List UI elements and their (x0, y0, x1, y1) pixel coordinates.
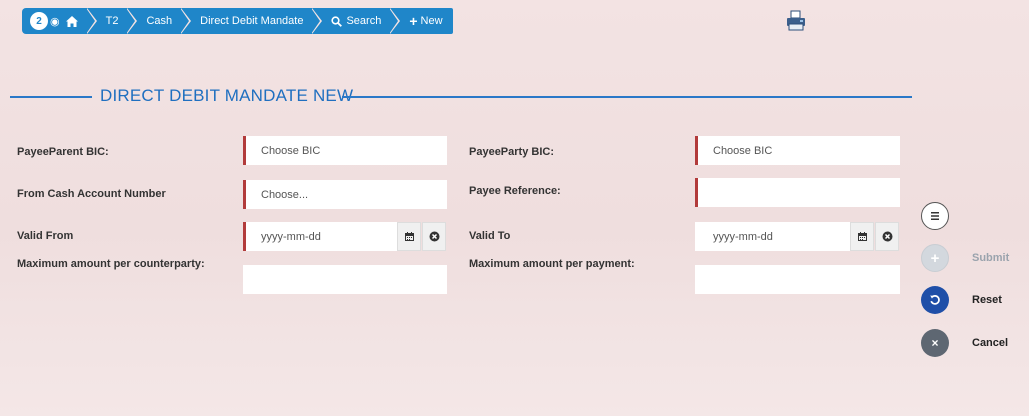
valid-to-label: Valid To (469, 230, 511, 242)
cancel-button[interactable]: × (921, 329, 949, 357)
max-per-payment-field[interactable] (695, 265, 900, 294)
valid-to-calendar-button[interactable] (850, 222, 874, 251)
payee-reference-field[interactable] (695, 178, 900, 207)
calendar-icon (857, 232, 867, 241)
breadcrumb-label: Direct Debit Mandate (200, 15, 304, 27)
title-rule-right (342, 96, 912, 98)
home-icon (65, 15, 78, 27)
submit-plus-icon: + (930, 249, 940, 267)
payee-parent-bic-placeholder: Choose BIC (261, 144, 321, 157)
breadcrumb-label: Search (346, 15, 382, 27)
cancel-x-icon: × (931, 336, 939, 350)
section-header: DIRECT DEBIT MANDATE NEW (10, 86, 912, 106)
valid-from-label: Valid From (17, 230, 74, 242)
from-cash-account-field[interactable]: Choose... (243, 180, 447, 209)
payee-parent-bic-field[interactable]: Choose BIC (243, 136, 447, 165)
reset-button[interactable] (921, 286, 949, 314)
submit-label[interactable]: Submit (972, 252, 1009, 264)
calendar-icon (404, 232, 414, 241)
payee-parent-bic-label: PayeeParent BIC: (17, 146, 109, 158)
max-per-counterparty-field[interactable] (243, 265, 447, 294)
payee-party-bic-field[interactable]: Choose BIC (695, 136, 900, 165)
valid-from-placeholder: yyyy-mm-dd (261, 230, 321, 243)
reset-icon (930, 295, 940, 305)
from-cash-account-placeholder: Choose... (261, 188, 309, 201)
cancel-label[interactable]: Cancel (972, 337, 1008, 349)
valid-to-clear-button[interactable] (875, 222, 899, 251)
eye-icon: ◉ (50, 15, 60, 28)
max-per-counterparty-label: Maximum amount per counterparty: (17, 258, 205, 270)
valid-to-field[interactable]: yyyy-mm-dd (695, 222, 850, 251)
breadcrumb-direct-debit-mandate[interactable]: Direct Debit Mandate (180, 8, 323, 34)
from-cash-account-label: From Cash Account Number (17, 188, 166, 200)
history-count-badge[interactable]: 2 (30, 12, 48, 30)
page-title: DIRECT DEBIT MANDATE NEW (100, 86, 354, 105)
breadcrumb-home[interactable]: 2 ◉ (22, 8, 97, 34)
breadcrumb-label: Cash (146, 15, 173, 27)
breadcrumb-label: T2 (105, 15, 119, 27)
valid-from-field[interactable]: yyyy-mm-dd (243, 222, 397, 251)
reset-label[interactable]: Reset (972, 294, 1002, 306)
list-icon (931, 212, 939, 220)
clear-icon (429, 231, 439, 242)
valid-to-placeholder: yyyy-mm-dd (713, 230, 773, 243)
max-per-payment-label: Maximum amount per payment: (469, 258, 635, 270)
valid-from-clear-button[interactable] (422, 222, 446, 251)
breadcrumb: 2 ◉ T2 Cash Direct Debit Mandate Search … (22, 8, 453, 34)
breadcrumb-search[interactable]: Search (311, 8, 401, 34)
search-icon (331, 15, 343, 27)
plus-icon: + (409, 13, 418, 29)
title-rule-left (10, 96, 92, 98)
submit-button[interactable]: + (921, 244, 949, 272)
breadcrumb-label: New (420, 15, 443, 27)
list-view-button[interactable] (921, 202, 949, 230)
payee-party-bic-placeholder: Choose BIC (713, 144, 773, 157)
payee-party-bic-label: PayeeParty BIC: (469, 146, 554, 158)
clear-icon (882, 231, 892, 242)
printer-icon[interactable] (785, 10, 807, 32)
valid-from-calendar-button[interactable] (397, 222, 421, 251)
payee-reference-label: Payee Reference: (469, 185, 561, 197)
